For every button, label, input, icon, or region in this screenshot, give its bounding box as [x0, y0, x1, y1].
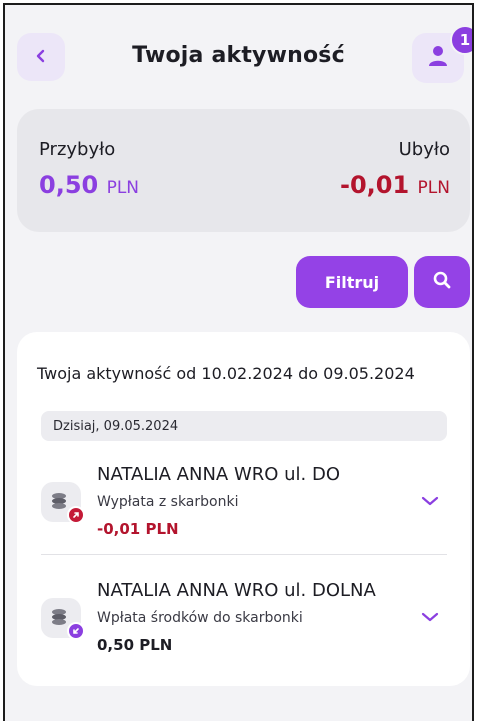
- balance-summary: Przybyło Ubyło 0,50 PLN -0,01 PLN: [17, 109, 470, 232]
- incoming-arrow-icon: [67, 622, 85, 640]
- transaction-amount: 0,50 PLN: [97, 636, 173, 654]
- search-button[interactable]: [414, 256, 470, 308]
- incoming-label: Przybyło: [39, 139, 116, 160]
- transaction-name: NATALIA ANNA WRO ul. DO: [97, 464, 341, 485]
- transaction-amount: -0,01 PLN: [97, 520, 179, 538]
- filter-button[interactable]: Filtruj: [296, 256, 408, 308]
- transaction-item[interactable]: NATALIA ANNA WRO ul. DO Wypłata z skarbo…: [17, 452, 470, 550]
- transaction-item[interactable]: NATALIA ANNA WRO ul. DOLNA Wpłata środkó…: [17, 568, 470, 666]
- activity-period: Twoja aktywność od 10.02.2024 do 09.05.2…: [37, 364, 415, 383]
- list-divider: [41, 554, 447, 555]
- user-icon: [427, 44, 449, 72]
- incoming-amount-value: 0,50: [39, 171, 99, 199]
- transaction-name: NATALIA ANNA WRO ul. DOLNA: [97, 580, 376, 601]
- app-screen: Twoja aktywność 1 Przybyło Ubyło 0,50 PL…: [3, 3, 474, 721]
- date-header: Dzisiaj, 09.05.2024: [41, 411, 447, 441]
- chevron-down-icon[interactable]: [421, 492, 439, 511]
- search-icon: [432, 270, 452, 294]
- transaction-description: Wpłata środków do skarbonki: [97, 610, 303, 626]
- outgoing-amount-value: -0,01: [340, 171, 410, 199]
- incoming-amount: 0,50 PLN: [39, 171, 139, 199]
- outgoing-currency: PLN: [417, 178, 450, 198]
- transaction-description: Wypłata z skarbonki: [97, 494, 239, 510]
- outgoing-label: Ubyło: [398, 139, 450, 160]
- chevron-down-icon[interactable]: [421, 608, 439, 627]
- outgoing-arrow-icon: [67, 506, 85, 524]
- page-title: Twoja aktywność: [132, 43, 345, 68]
- activity-list: Twoja aktywność od 10.02.2024 do 09.05.2…: [17, 332, 470, 686]
- header: Twoja aktywność 1: [5, 5, 472, 100]
- outgoing-amount: -0,01 PLN: [340, 171, 450, 199]
- notification-badge: 1: [450, 25, 472, 55]
- incoming-currency: PLN: [106, 178, 140, 198]
